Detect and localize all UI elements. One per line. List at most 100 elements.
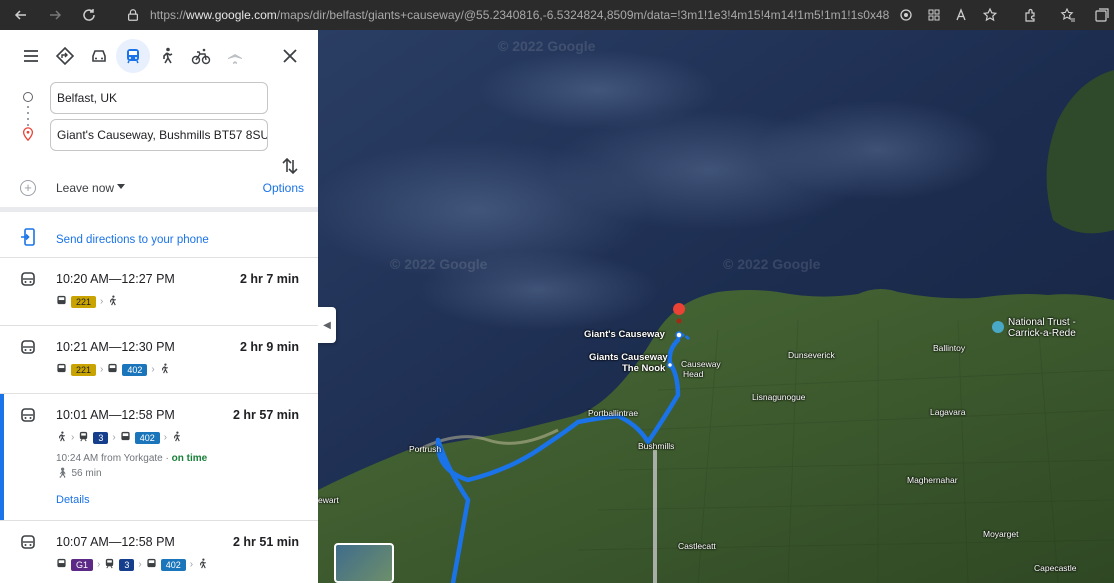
collapse-panel-button[interactable]: ◀ (318, 307, 336, 343)
map-label-capecastle: Capecastle (1034, 563, 1077, 573)
map-label-dunseverick: Dunseverick (788, 350, 835, 360)
map-watermark: © 2022 Google (390, 256, 488, 272)
travel-modes (0, 30, 318, 82)
best-route-icon[interactable] (48, 39, 82, 73)
menu-icon[interactable] (14, 39, 48, 73)
lock-icon (126, 8, 140, 22)
departure-info: 10:24 AM from Yorkgate · on time (56, 453, 208, 464)
chevron-right-icon: › (100, 296, 104, 307)
walk-icon: 🚶︎ (56, 468, 69, 479)
forward-icon[interactable] (42, 2, 68, 28)
flights-icon[interactable] (218, 39, 252, 73)
send-to-phone-row[interactable]: Send directions to your phone (0, 222, 318, 258)
collections-icon[interactable] (1092, 5, 1112, 25)
directions-panel: Belfast, UK Giant's Causeway, Bushmills … (0, 30, 318, 583)
extensions-icon[interactable] (1020, 5, 1040, 25)
route-duration: 2 hr 57 min (233, 408, 299, 422)
options-link[interactable]: Options (263, 181, 304, 195)
layers-thumbnail[interactable] (334, 543, 394, 583)
bus-icon (107, 363, 118, 376)
train-line-badge: 3 (93, 431, 109, 444)
bus-line-badge: 221 (71, 363, 97, 376)
map-label-national-trust[interactable]: National Trust - (1008, 317, 1076, 328)
walk-icon (197, 558, 208, 571)
satellite-map[interactable]: © 2022 Google © 2022 Google © 2022 Googl… (318, 30, 1114, 583)
caret-down-icon[interactable] (117, 184, 125, 189)
route-duration: 2 hr 51 min (233, 535, 299, 549)
chevron-right-icon: › (100, 364, 104, 375)
transit-icon[interactable] (116, 39, 150, 73)
details-link[interactable]: Details (56, 494, 90, 506)
walk-icon (56, 431, 67, 444)
route-duration: 2 hr 9 min (239, 340, 299, 354)
map-label-maghernahar: Maghernahar (907, 475, 958, 485)
route-time: 10:07 AM—12:58 PM (56, 535, 175, 549)
route-option[interactable]: 10:21 AM—12:30 PM 2 hr 9 min 221 › 402 › (0, 326, 318, 394)
route-time: 10:20 AM—12:27 PM (56, 272, 175, 286)
phone-send-icon (20, 228, 36, 251)
bus-line-badge: 402 (160, 558, 186, 571)
origin-circle-icon (23, 92, 33, 102)
origin-input[interactable]: Belfast, UK (50, 82, 268, 114)
walk-icon (107, 295, 118, 308)
bus-line-badge: 402 (122, 363, 148, 376)
destination-input[interactable]: Giant's Causeway, Bushmills BT57 8SU, U (50, 119, 268, 151)
map-label-the-nook[interactable]: The Nook (622, 363, 665, 374)
browser-toolbar: https://www.google.com/maps/dir/belfast/… (0, 0, 1114, 30)
chevron-right-icon: › (138, 559, 142, 570)
chevron-right-icon: › (97, 559, 101, 570)
transit-icon (20, 272, 36, 293)
map-label-giants-causeway-nook[interactable]: Giants Causeway (589, 352, 668, 363)
read-aloud-icon[interactable] (952, 5, 972, 25)
url-text: https://www.google.com/maps/dir/belfast/… (150, 8, 890, 22)
map-label-causeway-head-2: Head (683, 369, 704, 379)
route-legs: G1 › 3 › 402 › (56, 558, 208, 571)
add-destination-icon[interactable]: + (20, 180, 36, 196)
route-time: 10:01 AM—12:58 PM (56, 408, 175, 422)
destination-marker-icon (22, 127, 34, 146)
address-bar[interactable]: https://www.google.com/maps/dir/belfast/… (118, 3, 1018, 27)
bus-icon (56, 295, 67, 308)
route-option-selected[interactable]: 10:01 AM—12:58 PM 2 hr 57 min › 3 › 402 … (0, 394, 318, 521)
refresh-icon[interactable] (76, 2, 102, 28)
favorites-icon[interactable] (1058, 5, 1078, 25)
driving-icon[interactable] (82, 39, 116, 73)
map-label-castlecatt: Castlecatt (678, 541, 716, 551)
chevron-right-icon: › (112, 432, 116, 443)
walk-icon (159, 363, 170, 376)
map-label-causeway-head: Causeway (681, 359, 721, 369)
bus-icon (146, 558, 157, 571)
map-watermark: © 2022 Google (723, 256, 821, 272)
back-icon[interactable] (8, 2, 34, 28)
leave-now-row: + Leave now Options (0, 172, 318, 204)
apps-icon[interactable] (924, 5, 944, 25)
leave-now-dropdown[interactable]: Leave now (56, 181, 114, 195)
train-icon (78, 431, 89, 444)
route-option[interactable]: 10:20 AM—12:27 PM 2 hr 7 min 221 › (0, 258, 318, 326)
chevron-right-icon: › (71, 432, 75, 443)
send-directions-link[interactable]: Send directions to your phone (56, 234, 209, 246)
map-canvas[interactable] (318, 30, 1114, 583)
location-icon[interactable] (896, 5, 916, 25)
map-label-carrick-a-rede[interactable]: Carrick-a-Rede (1008, 328, 1076, 339)
bus-icon (56, 363, 67, 376)
route-time: 10:21 AM—12:30 PM (56, 340, 175, 354)
route-option[interactable]: 10:07 AM—12:58 PM 2 hr 51 min G1 › 3 › 4… (0, 521, 318, 583)
bus-line-badge: 402 (134, 431, 160, 444)
close-icon[interactable] (280, 46, 300, 66)
cycling-icon[interactable] (184, 39, 218, 73)
walking-icon[interactable] (150, 39, 184, 73)
bus-line-badge: 221 (71, 295, 97, 308)
map-label-ballintoy: Ballintoy (933, 343, 966, 353)
transit-icon (20, 535, 36, 556)
route-legs: 221 › (56, 295, 118, 308)
map-label-portballintrae: Portballintrae (588, 408, 639, 418)
chevron-right-icon: › (163, 432, 168, 443)
train-icon (104, 558, 115, 571)
favorite-add-icon[interactable] (980, 5, 1000, 25)
transit-icon (20, 408, 36, 429)
bus-line-badge: G1 (71, 558, 94, 571)
map-label-moyarget: Moyarget (983, 529, 1019, 539)
map-label-lagavara: Lagavara (930, 407, 966, 417)
map-label-giants-causeway[interactable]: Giant's Causeway (584, 329, 665, 340)
